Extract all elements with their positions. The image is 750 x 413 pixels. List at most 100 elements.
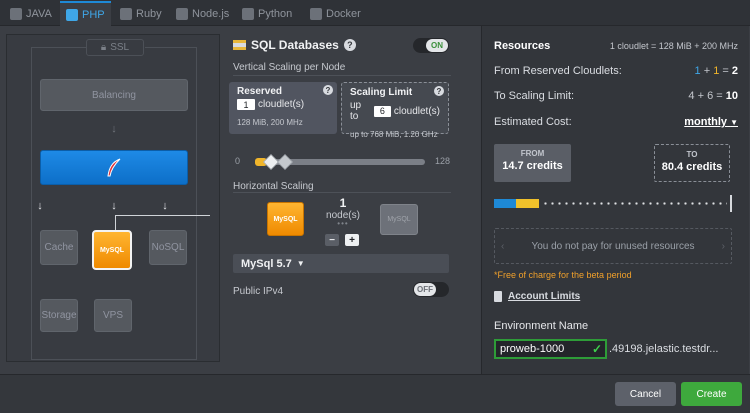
sql-config-panel: SQL Databases ? ON Vertical Scaling per … [226, 30, 456, 300]
arrow-down-icon: ↓ [37, 200, 43, 212]
arrow-down-icon: ↓ [111, 123, 117, 135]
environment-name-input[interactable]: proweb-1000 ✓ [494, 339, 607, 359]
reserved-a: 1 [694, 65, 701, 77]
tab-label: Python [258, 8, 293, 20]
slider-max: 128 [435, 156, 451, 166]
storage-node[interactable]: Storage [40, 299, 78, 332]
balancing-label: Balancing [92, 89, 136, 101]
divider [233, 192, 451, 193]
reserved-b: 1 [713, 65, 720, 77]
topology-panel: 🔒︎ SSL Balancing ↓ ↓ ↓ ↓ Cache MySQL NoS… [6, 34, 220, 362]
reserved-info: 128 MiB, 200 MHz [237, 118, 303, 127]
reserved-cloudlets-card: ? Reserved 1 cloudlet(s) 128 MiB, 200 MH… [229, 82, 337, 134]
tab-label: Docker [326, 8, 361, 20]
tab-python[interactable]: Python [236, 3, 298, 25]
toggle-label: OFF [414, 283, 436, 296]
scaling-limit-sum: 4 + 6 = 10 [688, 90, 738, 102]
balancing-node[interactable]: Balancing [40, 79, 188, 111]
cloudlet-slider[interactable]: 0 128 [231, 154, 451, 170]
dots-icon: ••• [337, 219, 349, 228]
tab-docker[interactable]: Docker [304, 3, 367, 25]
tab-php[interactable]: PHP [60, 1, 111, 26]
vertical-scaling-label: Vertical Scaling per Node [233, 62, 346, 73]
ruby-icon [120, 8, 132, 20]
nosql-node[interactable]: NoSQL [149, 230, 187, 265]
vps-label: VPS [102, 310, 123, 321]
node-count-value: 1 [339, 196, 347, 210]
environment-name-label: Environment Name [494, 320, 589, 332]
cost-period-select[interactable]: monthly ▼ [684, 116, 738, 128]
cost-bar-dotted [542, 199, 727, 208]
reserved-cloudlets-label: From Reserved Cloudlets: [494, 65, 622, 77]
database-icon [233, 40, 246, 50]
add-node-button[interactable]: + [345, 234, 359, 246]
lock-icon: 🔒︎ [100, 42, 107, 53]
engine-tabs: JAVA PHP Ruby Node.js Python Docker [0, 0, 750, 26]
vps-node[interactable]: VPS [94, 299, 132, 332]
cancel-button[interactable]: Cancel [615, 382, 676, 406]
unused-text: You do not pay for unused resources [531, 240, 695, 252]
tab-java[interactable]: JAVA [4, 3, 58, 25]
tab-ruby[interactable]: Ruby [114, 3, 168, 25]
php-app-server-node[interactable] [40, 150, 188, 185]
nodejs-icon [176, 8, 188, 20]
docker-icon [310, 8, 322, 20]
sql-enable-toggle[interactable]: ON [413, 38, 449, 53]
ssl-toggle[interactable]: 🔒︎ SSL [86, 39, 144, 56]
account-limits-text: Account Limits [508, 291, 581, 302]
cost-period-value: monthly [684, 116, 728, 128]
cost-from-value: 14.7 credits [502, 160, 563, 172]
environment-name-value: proweb-1000 [500, 343, 565, 355]
tab-label: JAVA [26, 8, 52, 20]
caret-down-icon: ▼ [296, 259, 305, 268]
python-icon [242, 8, 254, 20]
cache-label: Cache [44, 242, 74, 253]
create-button[interactable]: Create [681, 382, 742, 406]
version-value: MySql 5.7 [241, 257, 292, 270]
resources-title: Resources [494, 40, 551, 52]
limit-unit: cloudlet(s) [393, 105, 440, 117]
public-ipv4-label: Public IPv4 [233, 286, 284, 297]
divider [233, 75, 451, 76]
mysql-node-icon: MySQL [267, 202, 304, 236]
cost-bar-end [730, 195, 732, 212]
tab-nodejs[interactable]: Node.js [170, 3, 235, 25]
reserved-total: 2 [731, 65, 738, 77]
account-limits-link[interactable]: Account Limits [494, 291, 580, 302]
help-icon[interactable]: ? [323, 85, 333, 95]
cost-bar-dynamic [516, 199, 539, 208]
public-ipv4-toggle[interactable]: OFF [413, 282, 449, 297]
caret-down-icon: ▼ [730, 118, 738, 127]
mysql-node[interactable]: MySQL [92, 230, 132, 270]
help-icon[interactable]: ? [343, 39, 356, 51]
ssl-label: SSL [110, 42, 130, 53]
cloudlet-note: 1 cloudlet = 128 MiB + 200 MHz [609, 41, 738, 51]
mysql-logo-text: MySQL [99, 246, 125, 254]
cost-to-box: TO 80.4 credits [654, 144, 730, 182]
help-icon[interactable]: ? [434, 86, 444, 96]
reserved-title: Reserved [237, 86, 283, 97]
resources-panel: Resources 1 cloudlet = 128 MiB + 200 MHz… [481, 26, 749, 374]
sql-title-text: SQL Databases [251, 38, 339, 52]
tab-label: PHP [82, 8, 105, 21]
scaling-limit-input[interactable]: 6 [373, 105, 391, 117]
chevron-right-icon: › [721, 240, 725, 252]
reserved-unit: cloudlet(s) [258, 99, 305, 110]
arrow-down-icon: ↓ [111, 200, 117, 212]
limit-title: Scaling Limit [350, 87, 413, 98]
php-icon [66, 8, 78, 21]
unused-resources-note: ‹ You do not pay for unused resources › [494, 228, 732, 264]
check-icon: ✓ [591, 342, 602, 356]
reserved-cloudlets-input[interactable]: 1 [237, 99, 255, 110]
version-select[interactable]: MySql 5.7 ▼ [233, 254, 449, 273]
nosql-label: NoSQL [151, 242, 185, 253]
cache-node[interactable]: Cache [40, 230, 78, 265]
remove-node-button[interactable]: − [325, 234, 339, 246]
limit-info: up to 768 MiB, 1.20 GHz [350, 130, 438, 139]
limit-handle[interactable] [277, 154, 293, 170]
free-beta-note: *Free of charge for the beta period [494, 270, 632, 280]
mysql-logo-text: MySQL [273, 215, 298, 223]
document-icon [494, 291, 502, 302]
cost-range-bar [494, 195, 732, 212]
scaling-limit-card: ? Scaling Limit up to 6 cloudlet(s) up t… [341, 82, 449, 139]
